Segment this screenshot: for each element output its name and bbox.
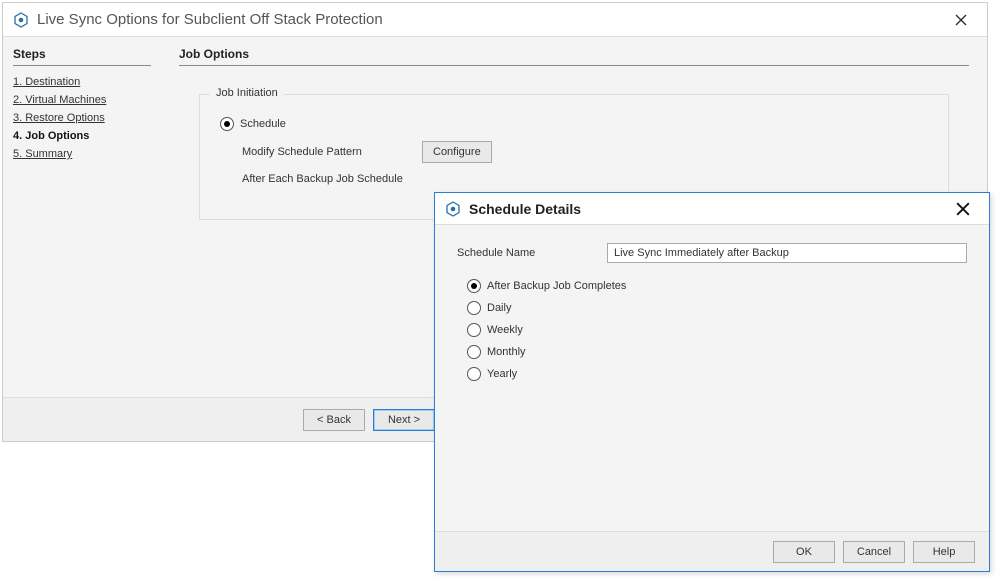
dialog-app-icon [445, 201, 461, 217]
dialog-close-icon[interactable] [947, 197, 979, 221]
freq-weekly-label: Weekly [487, 324, 523, 336]
step-summary[interactable]: 5. Summary [13, 148, 151, 160]
schedule-radio[interactable] [220, 117, 234, 131]
dialog-footer: OK Cancel Help [435, 531, 989, 571]
freq-monthly-radio[interactable] [467, 345, 481, 359]
dialog-body: Schedule Name After Backup Job Completes… [435, 225, 989, 531]
steps-header: Steps [13, 47, 151, 66]
next-button[interactable]: Next > [373, 409, 435, 431]
schedule-name-label: Schedule Name [457, 247, 607, 259]
cancel-button[interactable]: Cancel [843, 541, 905, 563]
dialog-title: Schedule Details [469, 201, 947, 217]
freq-daily: Daily [467, 301, 967, 315]
wizard-titlebar: Live Sync Options for Subclient Off Stac… [3, 3, 987, 37]
configure-button[interactable]: Configure [422, 141, 492, 163]
schedule-radio-row: Schedule [220, 117, 928, 131]
help-button[interactable]: Help [913, 541, 975, 563]
step-destination[interactable]: 1. Destination [13, 76, 151, 88]
freq-weekly-radio[interactable] [467, 323, 481, 337]
after-each-label: After Each Backup Job Schedule [242, 173, 422, 185]
step-restore-options[interactable]: 3. Restore Options [13, 112, 151, 124]
job-initiation-legend: Job Initiation [210, 87, 284, 99]
content-header: Job Options [179, 47, 969, 66]
freq-after-backup: After Backup Job Completes [467, 279, 967, 293]
schedule-name-input[interactable] [607, 243, 967, 263]
back-button[interactable]: < Back [303, 409, 365, 431]
dialog-titlebar: Schedule Details [435, 193, 989, 225]
frequency-radio-list: After Backup Job Completes Daily Weekly … [457, 279, 967, 381]
schedule-radio-label: Schedule [240, 118, 286, 130]
wizard-title: Live Sync Options for Subclient Off Stac… [37, 11, 945, 28]
schedule-details-dialog: Schedule Details Schedule Name After Bac… [434, 192, 990, 572]
freq-after-backup-radio[interactable] [467, 279, 481, 293]
freq-yearly: Yearly [467, 367, 967, 381]
freq-daily-radio[interactable] [467, 301, 481, 315]
step-job-options: 4. Job Options [13, 130, 151, 142]
schedule-settings: Modify Schedule Pattern Configure After … [220, 141, 928, 185]
freq-yearly-radio[interactable] [467, 367, 481, 381]
after-each-row: After Each Backup Job Schedule [242, 173, 928, 185]
ok-button[interactable]: OK [773, 541, 835, 563]
freq-daily-label: Daily [487, 302, 511, 314]
freq-monthly: Monthly [467, 345, 967, 359]
app-icon [13, 12, 29, 28]
schedule-name-row: Schedule Name [457, 243, 967, 263]
modify-pattern-row: Modify Schedule Pattern Configure [242, 141, 928, 163]
freq-monthly-label: Monthly [487, 346, 526, 358]
steps-pane: Steps 1. Destination 2. Virtual Machines… [3, 37, 161, 397]
step-virtual-machines[interactable]: 2. Virtual Machines [13, 94, 151, 106]
freq-weekly: Weekly [467, 323, 967, 337]
modify-pattern-label: Modify Schedule Pattern [242, 146, 422, 158]
freq-after-backup-label: After Backup Job Completes [487, 280, 626, 292]
close-icon[interactable] [945, 8, 977, 32]
freq-yearly-label: Yearly [487, 368, 517, 380]
